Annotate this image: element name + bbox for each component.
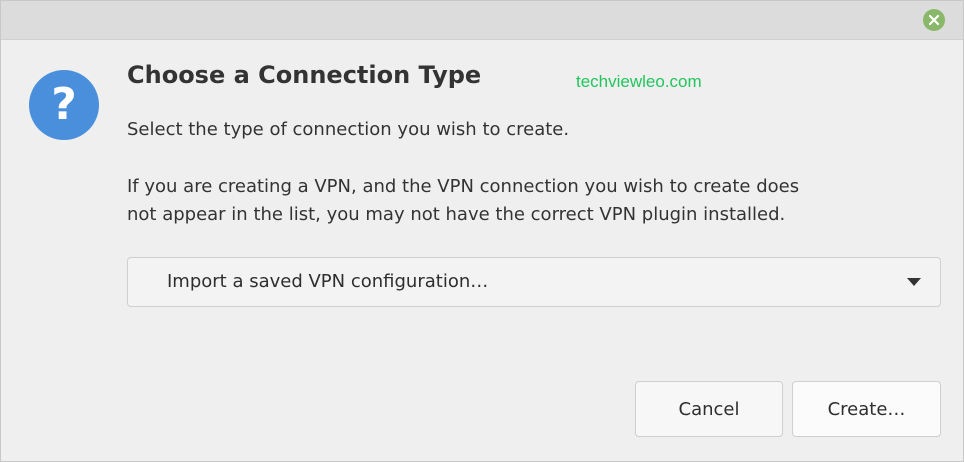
question-icon: ? xyxy=(29,70,99,140)
question-glyph: ? xyxy=(51,79,77,130)
close-button[interactable] xyxy=(923,9,945,31)
cancel-button[interactable]: Cancel xyxy=(635,381,783,437)
connection-type-selected: Import a saved VPN configuration… xyxy=(167,271,489,292)
dialog-window: ? Choose a Connection Type techviewleo.c… xyxy=(0,0,964,462)
close-icon xyxy=(929,15,939,25)
dialog-title: Choose a Connection Type xyxy=(127,61,482,89)
dialog-subtitle: Select the type of connection you wish t… xyxy=(127,119,570,140)
title-bar xyxy=(1,1,963,40)
create-button[interactable]: Create… xyxy=(792,381,941,437)
info-line-1: If you are creating a VPN, and the VPN c… xyxy=(127,176,800,197)
watermark-text: techviewleo.com xyxy=(576,72,702,91)
chevron-down-icon xyxy=(907,278,921,286)
connection-type-dropdown[interactable]: Import a saved VPN configuration… xyxy=(127,257,941,307)
info-line-2: not appear in the list, you may not have… xyxy=(127,204,786,225)
info-text: If you are creating a VPN, and the VPN c… xyxy=(127,173,927,229)
